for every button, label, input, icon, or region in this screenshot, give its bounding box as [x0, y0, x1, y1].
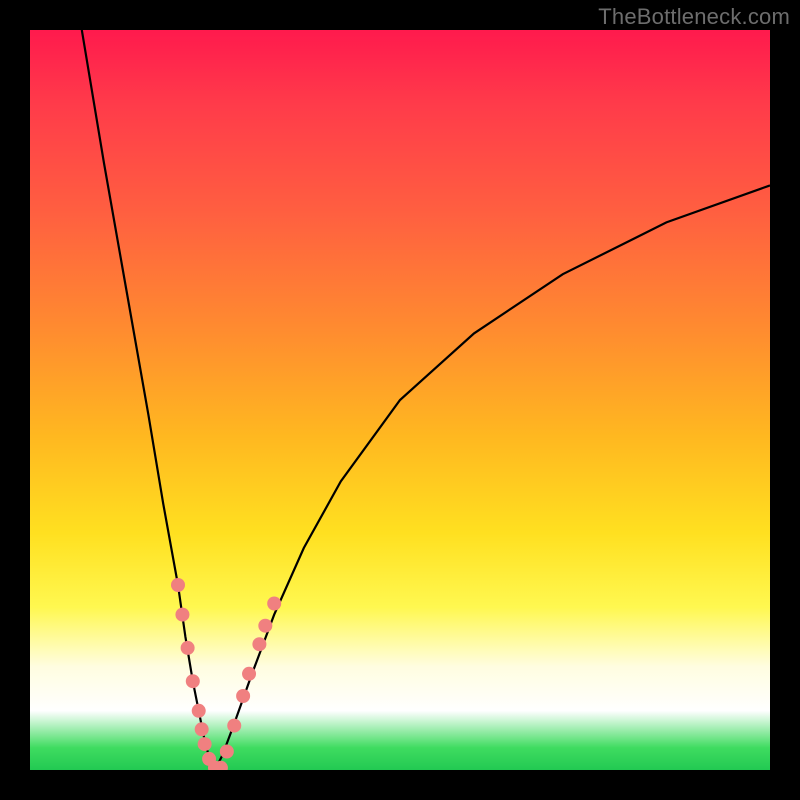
marker-dot: [242, 667, 256, 681]
marker-dot: [258, 619, 272, 633]
marker-dot: [186, 674, 200, 688]
marker-dot: [181, 641, 195, 655]
marker-dot: [236, 689, 250, 703]
marker-dot: [267, 597, 281, 611]
marker-dot: [252, 637, 266, 651]
curve-left-branch: [82, 30, 215, 770]
marker-dot: [171, 578, 185, 592]
chart-svg: [30, 30, 770, 770]
marker-dot: [227, 719, 241, 733]
plot-area: [30, 30, 770, 770]
marker-dot: [192, 704, 206, 718]
marker-dot: [175, 608, 189, 622]
watermark-text: TheBottleneck.com: [598, 4, 790, 30]
outer-black-frame: TheBottleneck.com: [0, 0, 800, 800]
marker-dot: [198, 737, 212, 751]
marker-dot: [220, 745, 234, 759]
marker-dots-layer: [171, 578, 281, 770]
marker-dot: [195, 722, 209, 736]
curve-right-branch: [215, 185, 770, 770]
